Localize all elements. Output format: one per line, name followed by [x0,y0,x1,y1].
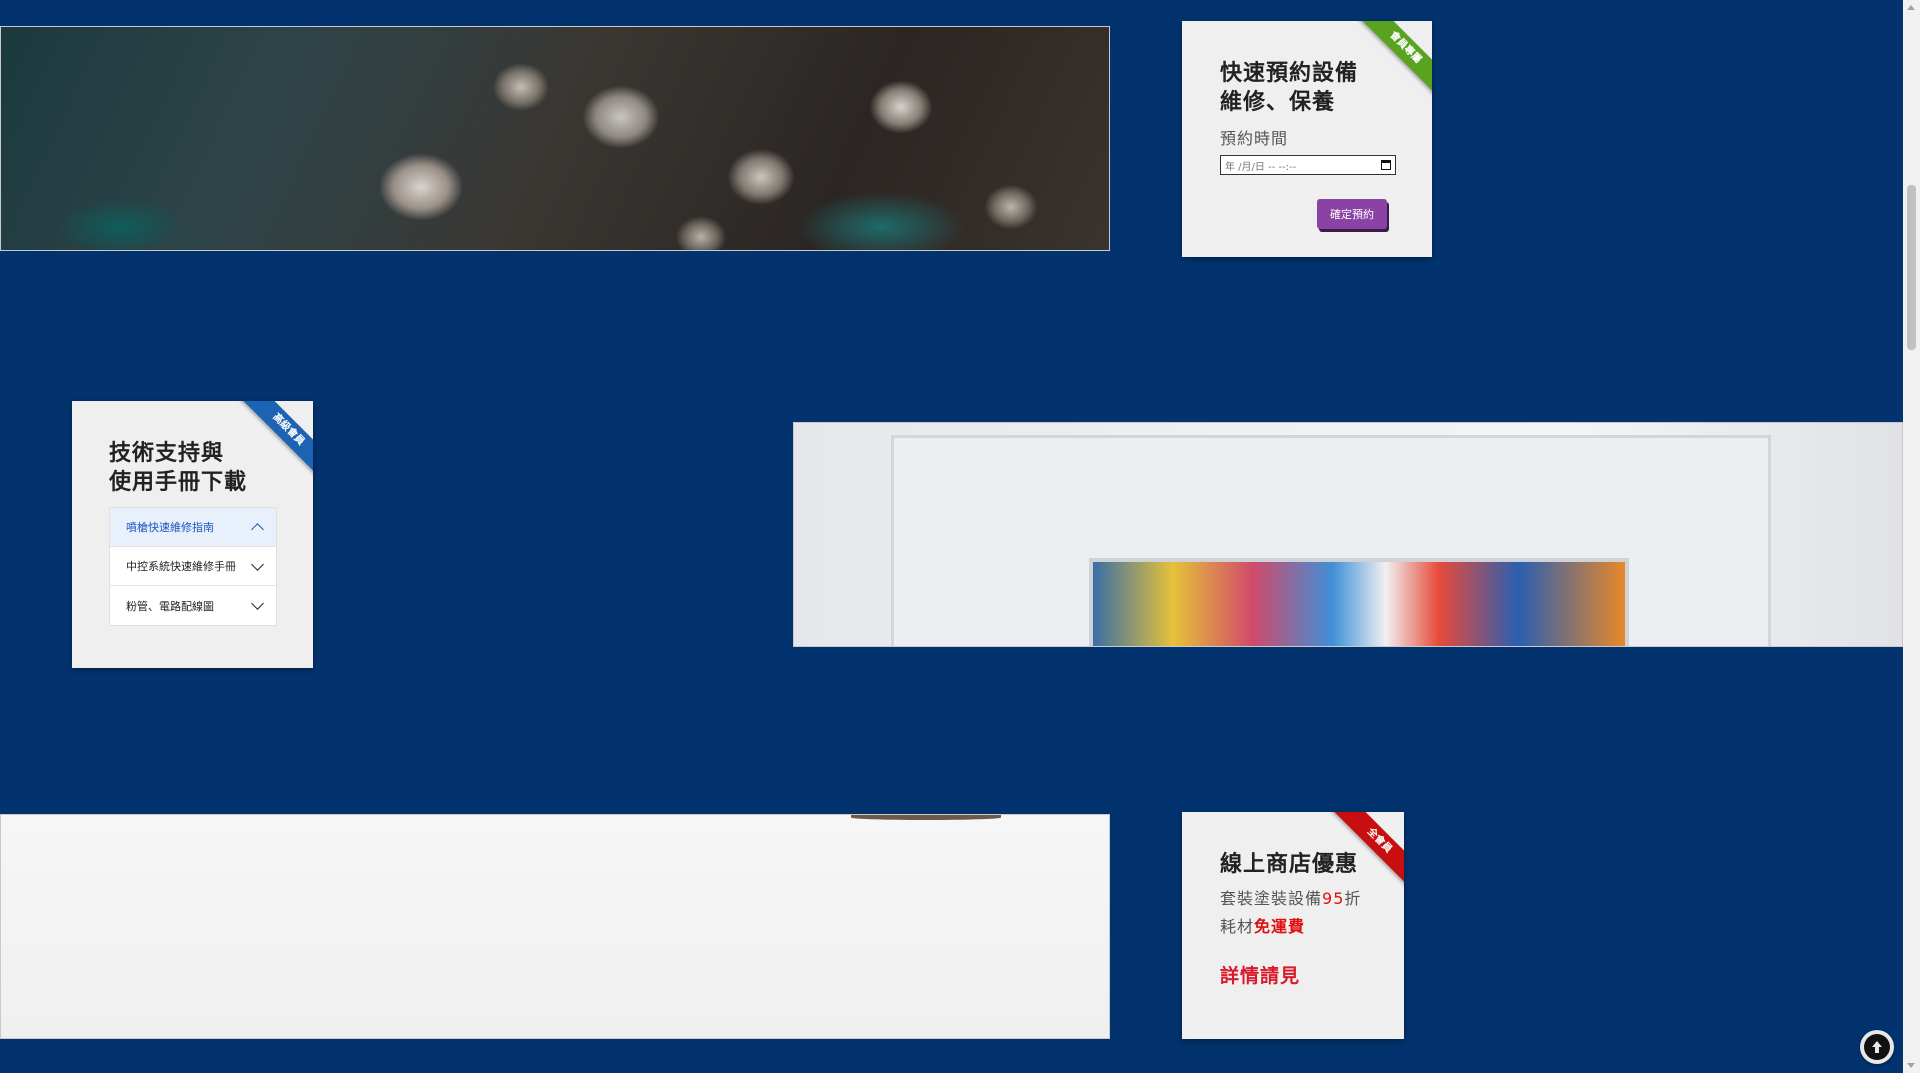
offer1-highlight: 95 [1322,889,1345,908]
scroll-down-icon[interactable] [1907,1063,1915,1068]
booking-card: 會員專屬 快速預約設備 維修、保養 預約時間 年 /月/日 -- --:-- 確… [1182,21,1432,257]
accordion-item-spray-gun[interactable]: 噴槍快速維修指南 [110,508,276,547]
offer2-highlight: 免運費 [1254,917,1306,936]
page: 會員專屬 快速預約設備 維修、保養 預約時間 年 /月/日 -- --:-- 確… [0,0,1920,1073]
booking-title-line2: 維修、保養 [1220,90,1336,115]
support-title: 技術支持與 使用手冊下載 [109,439,281,497]
cabinet-window [1089,558,1629,646]
tools-photo [0,26,1110,251]
booking-title: 快速預約設備 維修、保養 [1220,59,1400,117]
chevron-up-icon [251,522,264,536]
accordion-item-control-system[interactable]: 中控系統快速維修手冊 [110,547,276,586]
support-title-line1: 技術支持與 [109,441,225,466]
scroll-thumb[interactable] [1907,185,1916,350]
details-link[interactable]: 詳情請見 [1220,961,1384,988]
arrow-up-circle-icon [1864,1034,1890,1060]
scroll-up-icon[interactable] [1907,5,1915,10]
support-card: 高級會員 技術支持與 使用手冊下載 噴槍快速維修指南 中控系統快速維修手冊 粉管… [72,401,313,668]
photo-object-edge [851,815,1001,820]
chevron-down-icon [251,597,264,610]
manual-accordion: 噴槍快速維修指南 中控系統快速維修手冊 粉管、電路配線圖 [109,507,277,626]
vertical-scrollbar[interactable] [1903,0,1920,1073]
shop-title: 線上商店優惠 [1220,852,1359,877]
offer1-prefix: 套裝塗裝設備 [1220,889,1323,908]
shop-card: 全會員 線上商店優惠 套裝塗裝設備95折 耗材免運費 詳情請見 [1182,812,1404,1039]
shop-offer-line1: 套裝塗裝設備95折 [1220,885,1384,913]
confirm-booking-button[interactable]: 確定預約 [1317,199,1387,229]
accordion-item-label: 中控系統快速維修手冊 [126,560,236,573]
accordion-item-wiring[interactable]: 粉管、電路配線圖 [110,586,276,625]
datetime-placeholder: 年 /月/日 -- --:-- [1225,161,1297,173]
back-to-top-button[interactable] [1860,1030,1894,1064]
accordion-item-label: 粉管、電路配線圖 [126,599,214,613]
booking-time-label: 預約時間 [1220,129,1289,148]
white-photo [0,814,1110,1039]
shop-offer-line2: 耗材免運費 [1220,913,1384,941]
accordion-item-label: 噴槍快速維修指南 [126,521,214,534]
chevron-down-icon [251,557,264,571]
booking-title-line1: 快速預約設備 [1220,61,1359,86]
offer2-prefix: 耗材 [1220,917,1255,936]
support-title-line2: 使用手冊下載 [109,470,248,495]
booking-datetime-input[interactable]: 年 /月/日 -- --:-- [1220,155,1396,175]
calendar-icon[interactable] [1381,160,1391,170]
offer1-suffix: 折 [1344,889,1362,908]
cabinet-photo [793,422,1903,647]
